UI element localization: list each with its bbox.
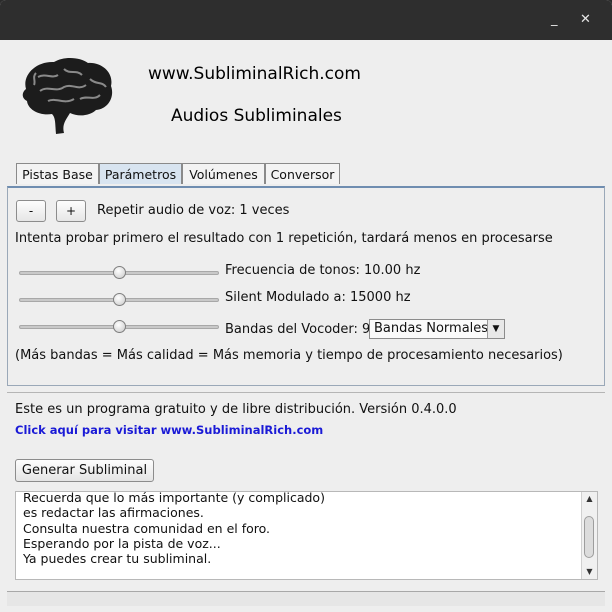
website-link[interactable]: Click aquí para visitar www.SubliminalRi…	[15, 423, 323, 437]
tone-frequency-slider[interactable]	[19, 266, 219, 280]
close-button[interactable]: ✕	[580, 13, 591, 27]
brain-logo-icon	[22, 57, 113, 134]
slider-thumb[interactable]	[113, 266, 126, 279]
log-line: Recuerda que lo más importante (y compli…	[23, 491, 325, 505]
silent-modulation-slider[interactable]	[19, 293, 219, 307]
log-textarea[interactable]: Recuerda que lo más importante (y compli…	[15, 491, 598, 580]
log-line: Ya puedes crear tu subliminal.	[23, 551, 212, 566]
site-title: www.SubliminalRich.com	[148, 64, 361, 84]
vocoder-bands-label: Bandas del Vocoder: 9	[225, 322, 371, 337]
slider-thumb[interactable]	[113, 293, 126, 306]
info-section	[7, 392, 605, 446]
decrease-repeat-button[interactable]: -	[16, 200, 46, 222]
title-bar: _ ✕	[0, 0, 612, 40]
log-scrollbar[interactable]: ▲ ▼	[581, 492, 597, 579]
scroll-down-icon[interactable]: ▼	[582, 565, 597, 579]
bands-note: (Más bandas = Más calidad = Más memoria …	[15, 348, 563, 363]
tab-pistas-base[interactable]: Pistas Base	[16, 163, 99, 184]
generate-subliminal-button[interactable]: Generar Subliminal	[15, 459, 154, 482]
app-subtitle: Audios Subliminales	[171, 106, 342, 126]
increase-repeat-button[interactable]: +	[56, 200, 86, 222]
tab-volumenes[interactable]: Volúmenes	[182, 163, 265, 184]
tone-frequency-label: Frecuencia de tonos: 10.00 hz	[225, 263, 421, 278]
status-bar	[7, 591, 605, 606]
version-text: Este es un programa gratuito y de libre …	[15, 402, 457, 417]
vocoder-quality-select[interactable]: Bandas Normales ▼	[369, 319, 505, 339]
vocoder-bands-slider[interactable]	[19, 320, 219, 334]
scrollbar-thumb[interactable]	[584, 516, 594, 558]
log-line: Esperando por la pista de voz...	[23, 536, 221, 551]
silent-modulation-label: Silent Modulado a: 15000 hz	[225, 290, 411, 305]
app-window: _ ✕ www.SubliminalRich.com Audios Sublim…	[0, 0, 612, 612]
tab-conversor[interactable]: Conversor	[265, 163, 340, 184]
minimize-button[interactable]: _	[551, 13, 558, 27]
select-value: Bandas Normales	[374, 321, 489, 336]
log-line: Consulta nuestra comunidad en el foro.	[23, 521, 271, 536]
scroll-up-icon[interactable]: ▲	[582, 492, 597, 506]
log-line: es redactar las afirmaciones.	[23, 505, 204, 520]
repeat-label: Repetir audio de voz: 1 veces	[97, 203, 290, 218]
slider-thumb[interactable]	[113, 320, 126, 333]
chevron-down-icon[interactable]: ▼	[487, 320, 504, 338]
hint-text: Intenta probar primero el resultado con …	[15, 231, 553, 246]
tab-parametros[interactable]: Parámetros	[99, 163, 182, 184]
